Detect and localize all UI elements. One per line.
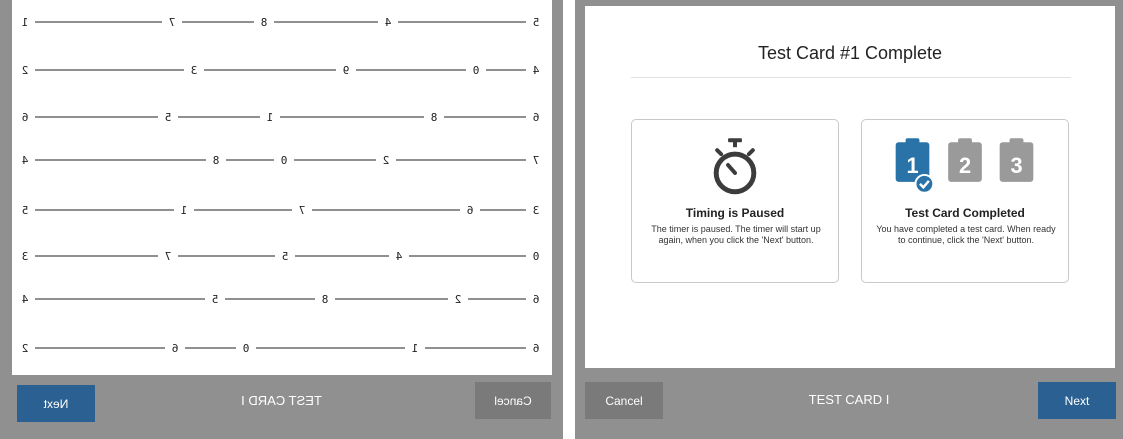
test-digit: 4 — [384, 16, 391, 29]
test-lines-grid: 1 7 8 4 5 2 3 9 0 4 6 5 1 8 6 4 8 0 2 7 5 1 7 6 3 3 7 5 4 0 4 5 8 2 6 2 6 0 1 6 — [21, 16, 540, 355]
mirrored-test-card-panel: 1 7 8 4 5 2 3 9 0 4 6 5 1 8 6 4 8 0 2 7 5 1 7 6 3 3 7 5 4 0 4 5 8 2 6 2 6 0 1 6… — [0, 0, 563, 439]
test-digit: 4 — [532, 64, 539, 77]
test-digit: 3 — [22, 250, 29, 263]
test-digit: 7 — [299, 204, 306, 217]
test-digit: 7 — [165, 250, 172, 263]
clipboard-1-number: 1 — [906, 153, 918, 178]
completion-card: Test Card #1 Complete Timing is Paused T… — [585, 6, 1115, 368]
clipboard-steps-icon: 1 2 3 — [895, 138, 1034, 194]
timing-paused-box: Timing is Paused The timer is paused. Th… — [631, 119, 839, 283]
test-digit: 2 — [455, 293, 462, 306]
test-digit: 0 — [243, 342, 250, 355]
stopwatch-icon — [713, 138, 757, 195]
test-digit: 3 — [533, 204, 540, 217]
test-digit: 5 — [165, 111, 172, 124]
completion-panel: Test Card #1 Complete Timing is Paused T… — [575, 0, 1123, 439]
test-digit: 4 — [395, 250, 402, 263]
clipboard-3-icon: 3 — [999, 138, 1034, 182]
next-button[interactable]: Next — [17, 385, 95, 422]
test-digit: 5 — [282, 250, 289, 263]
test-digit: 7 — [169, 16, 176, 29]
test-digit: 6 — [22, 111, 29, 124]
test-digit: 9 — [343, 64, 350, 77]
test-digit: 6 — [533, 293, 540, 306]
clipboard-1-icon: 1 — [895, 138, 935, 194]
test-digit: 1 — [22, 16, 29, 29]
test-digit: 8 — [261, 16, 268, 29]
page-title: Test Card #1 Complete — [757, 43, 943, 63]
clipboard-2-icon: 2 — [948, 138, 982, 182]
test-digit: 6 — [172, 342, 179, 355]
clipboard-3-number: 3 — [1010, 153, 1022, 178]
test-card-completed-title: Test Card Completed — [905, 206, 1025, 220]
test-digit: 4 — [21, 293, 28, 306]
test-digit: 5 — [22, 204, 29, 217]
test-digit: 1 — [267, 111, 274, 124]
test-digit: 5 — [212, 293, 219, 306]
test-card-completed-box: 1 2 3 Test Card Completed You have compl… — [861, 119, 1069, 283]
test-digit: 5 — [533, 16, 540, 29]
test-digit: 2 — [383, 154, 390, 167]
test-card-completed-text: You have completed a test card. When rea… — [876, 224, 1056, 245]
mirror-transform: 1 7 8 4 5 2 3 9 0 4 6 5 1 8 6 4 8 0 2 7 5 1 7 6 3 3 7 5 4 0 4 5 8 2 6 2 6 0 1 6… — [0, 0, 563, 439]
title-divider — [631, 77, 1071, 78]
test-digit: 8 — [213, 154, 220, 167]
test-digit: 6 — [533, 111, 540, 124]
test-digit: 6 — [533, 342, 540, 355]
test-digit: 0 — [281, 154, 288, 167]
next-button[interactable]: Next — [1038, 382, 1116, 419]
right-footer-bar: Cancel TEST CARD I Next — [575, 375, 1123, 439]
test-digit: 4 — [21, 154, 28, 167]
test-digit: 1 — [412, 342, 419, 355]
timing-paused-title: Timing is Paused — [685, 206, 785, 220]
test-digit: 2 — [22, 342, 29, 355]
test-digit: 2 — [22, 64, 29, 77]
test-digit: 3 — [191, 64, 198, 77]
test-card-sheet: 1 7 8 4 5 2 3 9 0 4 6 5 1 8 6 4 8 0 2 7 5 1 7 6 3 3 7 5 4 0 4 5 8 2 6 2 6 0 1 6 — [12, 0, 552, 375]
test-digit: 8 — [322, 293, 329, 306]
test-digit: 7 — [533, 154, 540, 167]
test-digit: 0 — [473, 64, 480, 77]
test-digit: 0 — [533, 250, 540, 263]
left-footer-bar: Cancel TEST CARD I Next — [0, 375, 563, 439]
clipboard-2-number: 2 — [959, 153, 971, 178]
test-digit: 6 — [467, 204, 474, 217]
test-digit: 8 — [431, 111, 438, 124]
test-digit: 1 — [181, 204, 188, 217]
timing-paused-text: The timer is paused. The timer will star… — [651, 224, 821, 245]
